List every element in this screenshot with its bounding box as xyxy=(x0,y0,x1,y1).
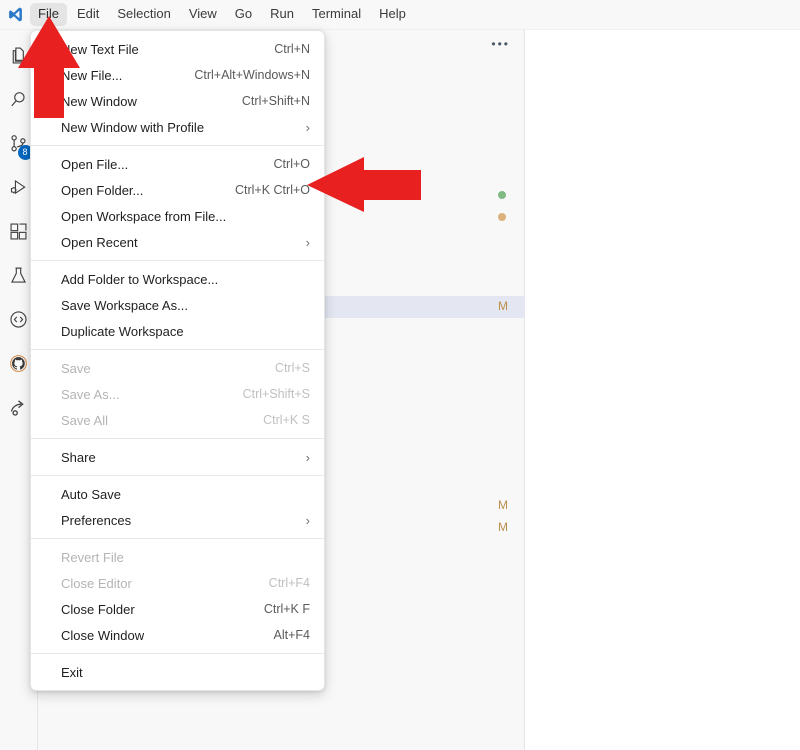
menu-item-label: Open Workspace from File... xyxy=(61,208,227,224)
menu-item-shortcut: Ctrl+K S xyxy=(263,413,310,427)
menu-item-shortcut: Ctrl+S xyxy=(274,361,310,375)
menu-item-exit[interactable]: Exit xyxy=(31,659,324,685)
menu-item-shortcut: Ctrl+K Ctrl+O xyxy=(234,183,310,197)
arrow-pointing-to-open-folder xyxy=(307,157,421,212)
title-bar: File Edit Selection View Go Run Terminal… xyxy=(0,0,800,30)
menu-item-label: New Window with Profile xyxy=(61,119,205,135)
menu-item-shortcut: Ctrl+F4 xyxy=(268,576,310,590)
menu-item-label: Open File... xyxy=(61,156,129,172)
more-actions-icon: ••• xyxy=(491,37,510,51)
menu-item-add-folder-to-workspace[interactable]: Add Folder to Workspace... xyxy=(31,266,324,292)
sidebar-more-actions-button[interactable]: ••• xyxy=(491,38,510,50)
menu-item-shortcut: Ctrl+Shift+N xyxy=(241,94,310,108)
chevron-right-icon: › xyxy=(305,234,310,250)
menu-item-preferences[interactable]: Preferences › xyxy=(31,507,324,533)
menu-item-label: Save Workspace As... xyxy=(61,297,188,313)
menu-item-label: Open Recent xyxy=(61,234,138,250)
menu-item-close-window[interactable]: Close Window Alt+F4 xyxy=(31,622,324,648)
chevron-right-icon: › xyxy=(305,449,310,465)
menu-item-label: Preferences xyxy=(61,512,132,528)
menubar-item-view[interactable]: View xyxy=(181,3,225,26)
menu-item-label: New Window xyxy=(61,93,137,109)
menubar-item-run[interactable]: Run xyxy=(262,3,302,26)
menu-item-label: Close Window xyxy=(61,627,145,643)
run-debug-icon xyxy=(8,177,29,203)
menu-item-label: Exit xyxy=(61,664,83,680)
menu-item-label: Save xyxy=(61,360,91,376)
menu-item-save-workspace-as[interactable]: Save Workspace As... xyxy=(31,292,324,318)
menubar-item-go[interactable]: Go xyxy=(227,3,260,26)
menu-separator xyxy=(31,475,324,476)
menu-item-label: Open Folder... xyxy=(61,182,144,198)
editor-area[interactable] xyxy=(526,30,800,750)
menu-item-label: Close Folder xyxy=(61,601,135,617)
live-share-icon xyxy=(8,397,29,423)
menu-item-label: New Text File xyxy=(61,41,139,57)
modified-marker: M xyxy=(498,498,508,512)
menu-item-auto-save[interactable]: Auto Save xyxy=(31,481,324,507)
menu-item-shortcut: Ctrl+K F xyxy=(263,602,310,616)
menu-item-save-as: Save As... Ctrl+Shift+S xyxy=(31,381,324,407)
menu-item-label: Close Editor xyxy=(61,575,132,591)
menu-item-save: Save Ctrl+S xyxy=(31,355,324,381)
vscode-window: File Edit Selection View Go Run Terminal… xyxy=(0,0,800,750)
menubar-item-selection[interactable]: Selection xyxy=(109,3,178,26)
menu-item-close-editor: Close Editor Ctrl+F4 xyxy=(31,570,324,596)
untracked-indicator-dot xyxy=(498,213,506,221)
menu-item-shortcut: Ctrl+O xyxy=(273,157,310,171)
added-indicator-dot xyxy=(498,191,506,199)
menu-item-open-file[interactable]: Open File... Ctrl+O xyxy=(31,151,324,177)
menu-item-label: Duplicate Workspace xyxy=(61,323,184,339)
remote-code-icon xyxy=(8,309,29,335)
modified-marker: M xyxy=(498,520,508,534)
menu-item-open-recent[interactable]: Open Recent › xyxy=(31,229,324,255)
menu-item-close-folder[interactable]: Close Folder Ctrl+K F xyxy=(31,596,324,622)
menu-item-shortcut: Alt+F4 xyxy=(273,628,310,642)
menubar-item-terminal[interactable]: Terminal xyxy=(304,3,369,26)
menu-item-shortcut: Ctrl+Alt+Windows+N xyxy=(194,68,310,82)
github-icon xyxy=(8,353,29,379)
chevron-right-icon: › xyxy=(305,512,310,528)
menu-item-label: Share xyxy=(61,449,96,465)
menu-item-revert-file: Revert File xyxy=(31,544,324,570)
chevron-right-icon: › xyxy=(305,119,310,135)
menu-item-label: Add Folder to Workspace... xyxy=(61,271,219,287)
menu-separator xyxy=(31,653,324,654)
menu-item-label: Save All xyxy=(61,412,108,428)
menu-item-open-folder[interactable]: Open Folder... Ctrl+K Ctrl+O xyxy=(31,177,324,203)
menu-item-open-workspace-from-file[interactable]: Open Workspace from File... xyxy=(31,203,324,229)
menu-separator xyxy=(31,145,324,146)
menu-item-share[interactable]: Share › xyxy=(31,444,324,470)
menu-separator xyxy=(31,260,324,261)
menu-item-label: Revert File xyxy=(61,549,124,565)
menu-separator xyxy=(31,349,324,350)
beaker-icon xyxy=(8,265,29,291)
menu-item-duplicate-workspace[interactable]: Duplicate Workspace xyxy=(31,318,324,344)
arrow-pointing-to-file-menu xyxy=(18,16,80,118)
menu-bar: File Edit Selection View Go Run Terminal… xyxy=(30,0,416,30)
menu-item-label: Auto Save xyxy=(61,486,121,502)
menu-separator xyxy=(31,538,324,539)
menu-separator xyxy=(31,438,324,439)
file-menu-dropdown: New Text File Ctrl+N New File... Ctrl+Al… xyxy=(30,30,325,691)
menubar-item-help[interactable]: Help xyxy=(371,3,414,26)
modified-marker: M xyxy=(498,299,508,313)
extensions-icon xyxy=(8,221,29,247)
menu-item-shortcut: Ctrl+Shift+S xyxy=(242,387,310,401)
menu-item-shortcut: Ctrl+N xyxy=(274,42,310,56)
menu-item-save-all: Save All Ctrl+K S xyxy=(31,407,324,433)
menu-item-label: Save As... xyxy=(61,386,120,402)
